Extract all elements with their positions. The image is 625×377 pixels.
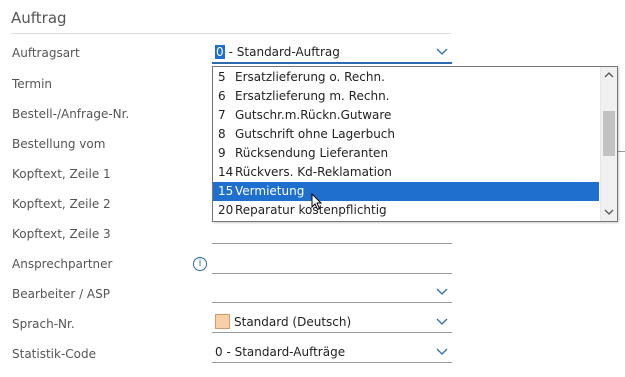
dropdown-option[interactable]: 14 Rückvers. Kd-Reklamation	[213, 163, 599, 182]
mouse-cursor-icon	[311, 193, 323, 211]
label-sprach-nr: Sprach-Nr.	[12, 317, 75, 331]
kopftext-3-input[interactable]	[212, 223, 452, 244]
auftragsart-dropdown-list[interactable]: 5 Ersatzlieferung o. Rechn. 6 Ersatzlieferu…	[212, 66, 618, 222]
auftragsart-value: - Standard-Auftrag	[228, 45, 340, 59]
label-statistik-code: Statistik-Code	[12, 347, 97, 361]
option-number: 20	[218, 203, 234, 217]
option-label: Rücksendung Lieferanten	[235, 146, 389, 160]
auftragsart-code: 0	[215, 45, 225, 59]
ansprechpartner-input[interactable]	[212, 253, 452, 274]
dropdown-option[interactable]: 8 Gutschrift ohne Lagerbuch	[213, 125, 599, 144]
dropdown-option[interactable]: 7 Gutschr.m.Rückn.Gutware	[213, 106, 599, 125]
option-number: 8	[218, 127, 226, 141]
option-number: 9	[218, 146, 226, 160]
section-title: Auftrag	[11, 9, 67, 27]
dropdown-option[interactable]: 6 Ersatzlieferung m. Rechn.	[213, 87, 599, 106]
auftragsart-select[interactable]: 0- Standard-Auftrag	[212, 42, 452, 64]
label-kopftext-3: Kopftext, Zeile 3	[12, 227, 111, 241]
option-number: 15	[218, 184, 234, 198]
statistik-code-value: 0 - Standard-Aufträge	[215, 345, 346, 359]
label-bestell-nr: Bestell-/Anfrage-Nr.	[12, 107, 130, 121]
dropdown-option[interactable]: 15 Vermietung	[213, 182, 599, 201]
option-label: Rückvers. Kd-Reklamation	[235, 165, 392, 179]
sprach-nr-select[interactable]: Standard (Deutsch)	[212, 312, 452, 333]
sprach-nr-value: Standard (Deutsch)	[234, 315, 352, 329]
info-icon[interactable]: i	[193, 257, 207, 271]
label-termin: Termin	[12, 77, 53, 91]
label-kopftext-1: Kopftext, Zeile 1	[12, 167, 111, 181]
option-label: Ersatzlieferung m. Rechn.	[235, 89, 390, 103]
option-number: 7	[218, 108, 226, 122]
option-label: Gutschr.m.Rückn.Gutware	[235, 108, 392, 122]
option-number: 6	[218, 89, 226, 103]
chevron-down-icon[interactable]	[436, 346, 448, 356]
bearbeiter-select[interactable]	[212, 282, 452, 303]
dropdown-scrollbar[interactable]	[600, 67, 617, 221]
option-label: Vermietung	[235, 184, 305, 198]
dropdown-option[interactable]: 5 Ersatzlieferung o. Rechn.	[213, 68, 599, 87]
chevron-down-icon[interactable]	[436, 46, 448, 56]
option-label: Ersatzlieferung o. Rechn.	[235, 70, 385, 84]
scrollbar-thumb[interactable]	[603, 111, 615, 156]
label-bestellung-vom: Bestellung vom	[12, 137, 106, 151]
language-color-swatch	[215, 314, 230, 329]
scroll-down-icon[interactable]	[604, 208, 614, 216]
dropdown-option[interactable]: 20 Reparatur kostenpflichtig	[213, 201, 599, 220]
chevron-down-icon[interactable]	[436, 316, 448, 326]
label-ansprechpartner: Ansprechpartner	[12, 257, 113, 271]
label-auftragsart: Auftragsart	[12, 46, 80, 60]
option-number: 14	[218, 165, 234, 179]
label-kopftext-2: Kopftext, Zeile 2	[12, 197, 111, 211]
statistik-code-select[interactable]: 0 - Standard-Aufträge	[212, 342, 452, 363]
dropdown-option[interactable]: 9 Rücksendung Lieferanten	[213, 144, 599, 163]
section-divider	[11, 33, 451, 34]
option-label: Gutschrift ohne Lagerbuch	[235, 127, 396, 141]
label-bearbeiter: Bearbeiter / ASP	[12, 287, 110, 301]
scroll-up-icon[interactable]	[604, 71, 614, 79]
option-number: 5	[218, 70, 226, 84]
chevron-down-icon[interactable]	[436, 286, 448, 296]
